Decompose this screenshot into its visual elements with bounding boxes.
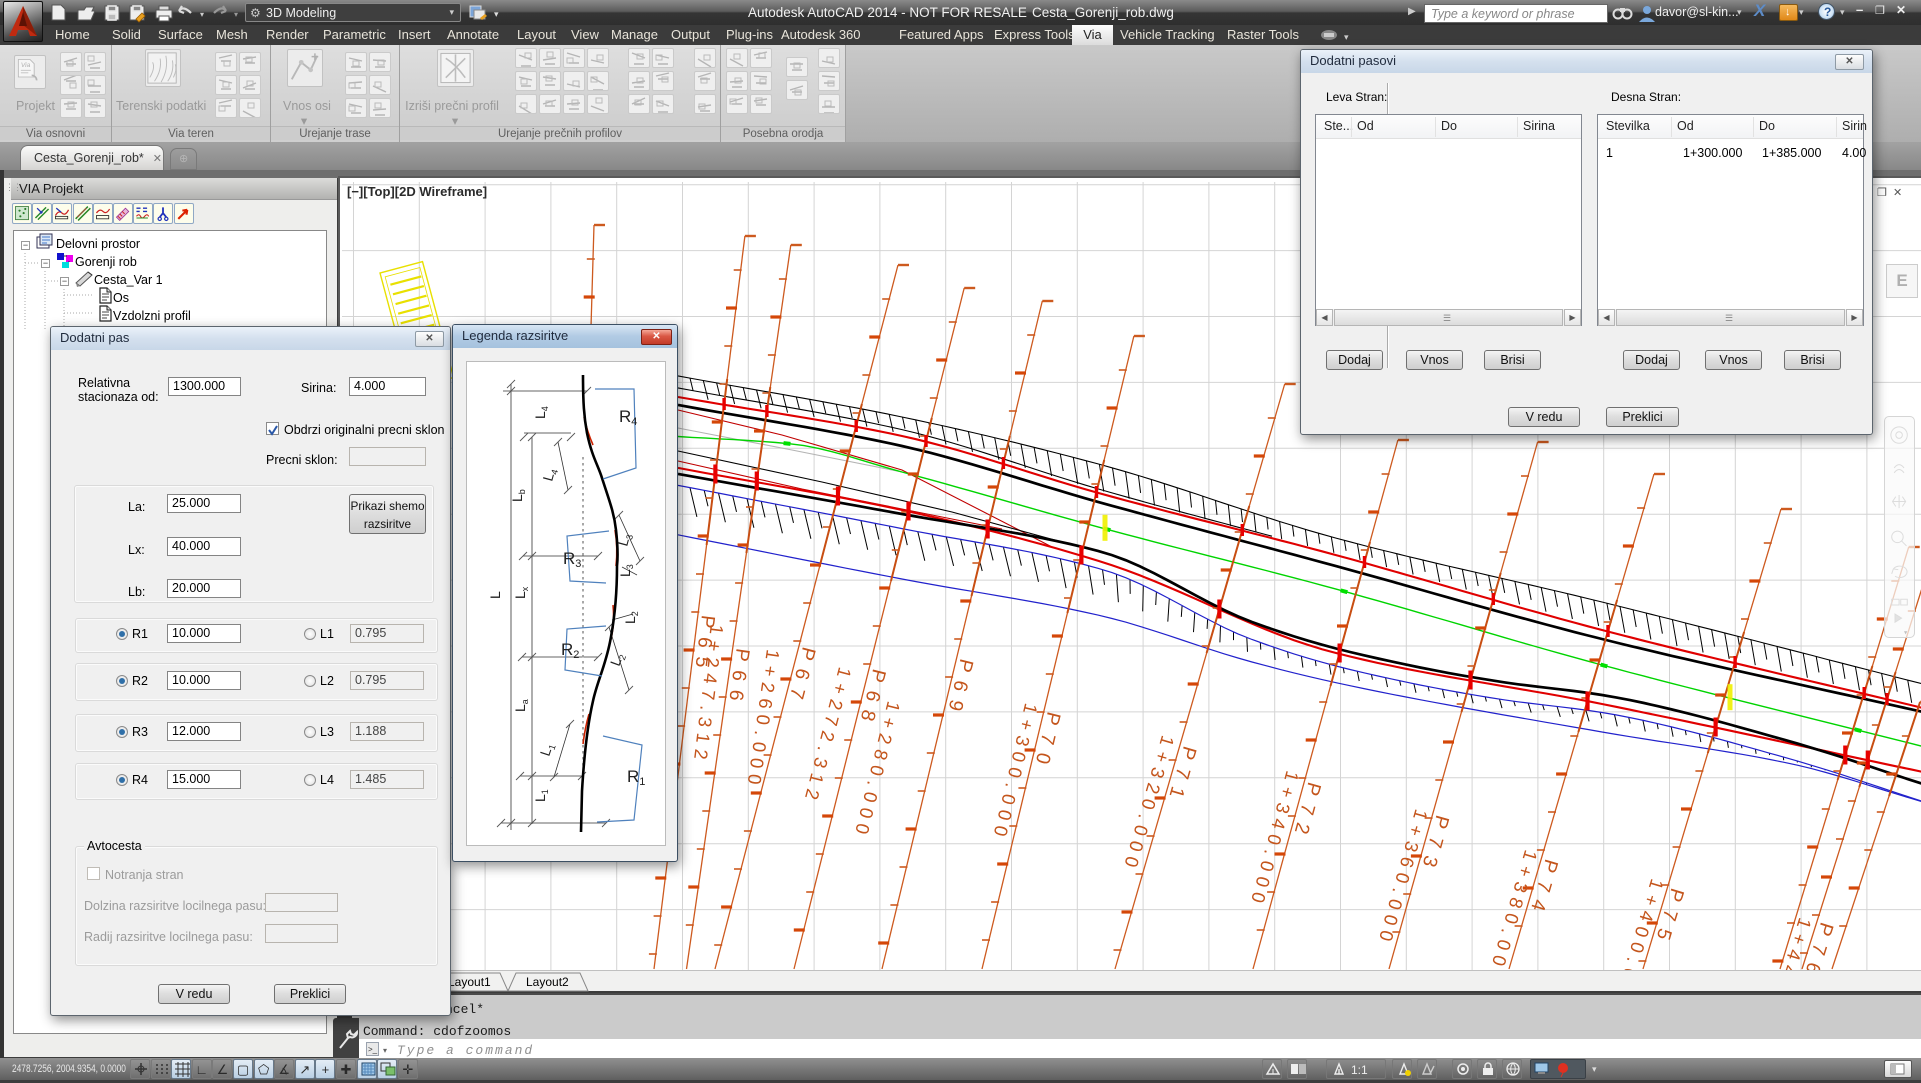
svg-text:L1: L1 [537, 741, 558, 759]
svg-text:▾: ▾ [1344, 32, 1349, 42]
svg-text:▾: ▾ [1904, 630, 1908, 637]
svg-text:1+360.000: 1+360.000 [1373, 807, 1432, 949]
svg-text:P66: P66 [723, 647, 754, 711]
svg-text:R2: R2 [561, 640, 579, 661]
svg-text:L4: L4 [539, 466, 560, 483]
svg-text:R1: R1 [627, 767, 645, 788]
svg-text:▾: ▾ [494, 9, 499, 19]
svg-text:R3: R3 [563, 549, 581, 570]
svg-text:Via: Via [21, 62, 31, 69]
svg-text:Layout2: Layout2 [526, 975, 569, 989]
svg-text:La: La [512, 699, 530, 712]
svg-text:▾: ▾ [200, 10, 204, 19]
svg-text:L: L [487, 591, 503, 599]
svg-text:▾: ▾ [234, 10, 238, 19]
svg-text:L1: L1 [532, 789, 550, 802]
svg-text:Layout1: Layout1 [448, 975, 491, 989]
svg-text:1:1: 1:1 [1351, 1063, 1368, 1077]
svg-text:L2: L2 [622, 611, 640, 624]
svg-text:Lx: Lx [512, 586, 530, 599]
svg-text:Lb: Lb [509, 489, 527, 502]
svg-text:L3: L3 [617, 564, 635, 577]
svg-text:1+300.000: 1+300.000 [988, 701, 1042, 844]
svg-text:L4: L4 [532, 406, 550, 419]
